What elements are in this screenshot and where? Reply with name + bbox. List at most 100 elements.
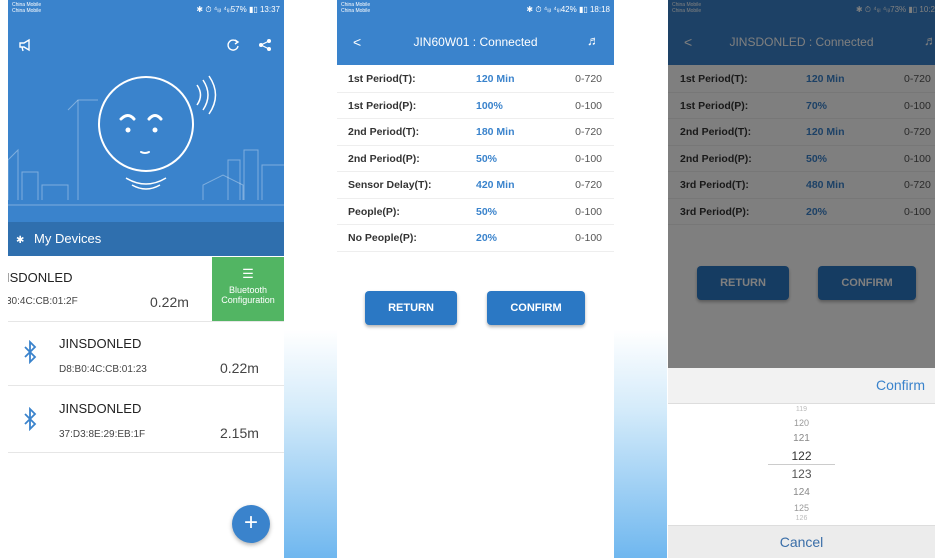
parameter-label: 2nd Period(P): — [348, 152, 420, 165]
background-gradient — [614, 330, 667, 558]
return-button[interactable]: RETURN — [365, 291, 457, 325]
confirm-button[interactable]: CONFIRM — [487, 291, 585, 325]
parameter-row[interactable]: 2nd Period(P): 50% 0-100 — [337, 146, 614, 172]
parameter-label: 2nd Period(T): — [680, 126, 752, 138]
carrier-info: China Mobile China Mobile — [341, 2, 370, 14]
bluetooth-configuration-button[interactable]: ☰ Bluetooth Configuration — [212, 257, 284, 321]
device-row[interactable]: JINSDONLED 37:D3:8E:29:EB:1F 2.15m — [8, 387, 284, 453]
parameter-value[interactable]: 50% — [476, 153, 497, 165]
music-note-icon[interactable]: ♬ — [587, 33, 600, 48]
confirm-button[interactable]: CONFIRM — [818, 266, 916, 300]
picker-item[interactable]: 120 — [668, 418, 935, 428]
parameter-value[interactable]: 480 Min — [806, 179, 845, 191]
parameter-row[interactable]: Sensor Delay(T): 420 Min 0-720 — [337, 172, 614, 199]
bluetooth-config-label: Configuration — [221, 295, 275, 305]
picker-cancel-button[interactable]: Cancel — [668, 525, 935, 558]
my-devices-header: ✱ My Devices — [8, 222, 284, 256]
parameter-value[interactable]: 70% — [806, 100, 827, 112]
app-bar: < JIN60W01 : Connected ♬ — [337, 20, 614, 65]
picker-item[interactable]: 121 — [668, 433, 935, 444]
picker-item[interactable]: 119 — [668, 406, 935, 413]
parameter-row[interactable]: No People(P): 20% 0-100 — [337, 225, 614, 252]
hero-banner — [8, 0, 284, 222]
parameter-row[interactable]: 2nd Period(P): 50% 0-100 — [668, 146, 935, 172]
parameter-label: No People(P): — [348, 232, 417, 244]
parameter-value[interactable]: 100% — [476, 100, 503, 112]
add-device-button[interactable]: + — [232, 505, 270, 543]
parameter-row[interactable]: People(P): 50% 0-100 — [337, 199, 614, 225]
device-mac: 30:4C:CB:01:2F — [8, 296, 78, 307]
parameter-row[interactable]: 2nd Period(T): 180 Min 0-720 — [337, 119, 614, 146]
status-bar: China Mobile China Mobile ✱ ⏱ ⁴ₗᵢₗ ⁴ₗᵢₗ4… — [337, 0, 614, 20]
number-picker[interactable]: 119 120 121 122 123 124 125 126 — [668, 404, 935, 524]
status-bar: China Mobile China Mobile ✱ ⏱ ⁴ₗᵢₗ ⁴ₗᵢₗ7… — [668, 0, 935, 20]
menu-icon: ☰ — [242, 266, 254, 281]
parameter-value[interactable]: 50% — [806, 153, 827, 165]
parameter-range: 0-100 — [575, 152, 602, 165]
parameter-range: 0-720 — [575, 179, 602, 191]
music-note-icon[interactable]: ♬ — [924, 33, 935, 48]
parameter-label: People(P): — [348, 205, 400, 218]
share-icon[interactable] — [258, 38, 272, 55]
picker-item[interactable]: 126 — [668, 515, 935, 522]
parameter-label: 2nd Period(T): — [348, 126, 420, 138]
device-distance: 0.22m — [150, 294, 189, 310]
bluetooth-search-icon: ✱ — [16, 235, 25, 246]
parameter-range: 0-720 — [904, 73, 931, 85]
refresh-icon[interactable] — [226, 38, 240, 55]
parameter-range: 0-100 — [904, 152, 931, 165]
parameter-row[interactable]: 1st Period(P): 70% 0-100 — [668, 93, 935, 119]
parameter-row[interactable]: 3rd Period(P): 20% 0-100 — [668, 199, 935, 225]
parameter-row[interactable]: 1st Period(P): 100% 0-100 — [337, 93, 614, 119]
parameter-range: 0-720 — [575, 126, 602, 138]
device-list-screen: China Mobile China Mobile ✱ ⏱ ⁴ₗᵢₗ ⁴ₗᵢₗ5… — [8, 0, 284, 558]
parameter-value[interactable]: 20% — [476, 232, 497, 244]
parameter-value[interactable]: 180 Min — [476, 126, 515, 138]
parameter-label: 2nd Period(P): — [680, 152, 752, 165]
parameter-range: 0-100 — [575, 99, 602, 112]
parameter-value[interactable]: 50% — [476, 206, 497, 218]
device-distance: 2.15m — [220, 425, 259, 441]
bluetooth-face-illustration — [8, 75, 284, 206]
parameter-value[interactable]: 120 Min — [806, 73, 845, 85]
parameter-value[interactable]: 420 Min — [476, 179, 515, 191]
parameter-range: 0-100 — [575, 232, 602, 244]
parameter-row[interactable]: 1st Period(T): 120 Min 0-720 — [337, 66, 614, 93]
parameter-row[interactable]: 3rd Period(T): 480 Min 0-720 — [668, 172, 935, 199]
background-gradient — [284, 330, 337, 558]
device-name: JINSDONLED — [59, 401, 142, 416]
my-devices-label: My Devices — [34, 231, 102, 246]
app-bar: < JINSDONLED : Connected ♬ — [668, 20, 935, 65]
parameter-value[interactable]: 20% — [806, 206, 827, 218]
parameter-label: 1st Period(T): — [348, 73, 416, 85]
return-button[interactable]: RETURN — [697, 266, 789, 300]
parameter-label: Sensor Delay(T): — [348, 179, 432, 191]
device-name: JINSDONLED — [59, 336, 142, 351]
carrier-line: China Mobile — [341, 8, 371, 14]
parameter-row[interactable]: 2nd Period(T): 120 Min 0-720 — [668, 119, 935, 146]
page-title: JINSDONLED : Connected — [729, 35, 874, 49]
parameter-row[interactable]: 1st Period(T): 120 Min 0-720 — [668, 66, 935, 93]
device-distance: 0.22m — [220, 360, 259, 376]
picker-item[interactable]: 125 — [668, 503, 935, 513]
status-icons-time: ✱ ⏱ ⁴ₗᵢₗ ⁴ₗᵢₗ42% ▮▯ 18:18 — [526, 5, 610, 14]
picker-confirm-button[interactable]: Confirm — [876, 377, 925, 393]
parameter-list: 1st Period(T): 120 Min 0-720 1st Period(… — [337, 66, 614, 252]
carrier-line: China Mobile — [672, 8, 702, 14]
parameter-value[interactable]: 120 Min — [476, 73, 515, 85]
parameter-label: 3rd Period(T): — [680, 179, 749, 191]
parameter-label: 1st Period(T): — [680, 73, 748, 85]
device-settings-picker-screen: China Mobile China Mobile ✱ ⏱ ⁴ₗᵢₗ ⁴ₗᵢₗ7… — [668, 0, 935, 558]
bluetooth-icon — [22, 339, 38, 370]
picker-item-selected[interactable]: 122 — [668, 449, 935, 463]
parameter-value[interactable]: 120 Min — [806, 126, 845, 138]
picker-item[interactable]: 124 — [668, 487, 935, 498]
megaphone-icon[interactable] — [18, 38, 32, 55]
parameter-label: 1st Period(P): — [348, 99, 417, 112]
parameter-range: 0-100 — [904, 99, 931, 112]
device-mac: 37:D3:8E:29:EB:1F — [59, 429, 146, 440]
picker-item[interactable]: 123 — [668, 467, 935, 481]
device-row[interactable]: JINSDONLED D8:B0:4C:CB:01:23 0.22m — [8, 322, 284, 386]
status-icons-time: ✱ ⏱ ⁴ₗᵢₗ ⁴ₗᵢₗ57% ▮▯ 13:37 — [196, 5, 280, 14]
parameter-list: 1st Period(T): 120 Min 0-720 1st Period(… — [668, 66, 935, 225]
